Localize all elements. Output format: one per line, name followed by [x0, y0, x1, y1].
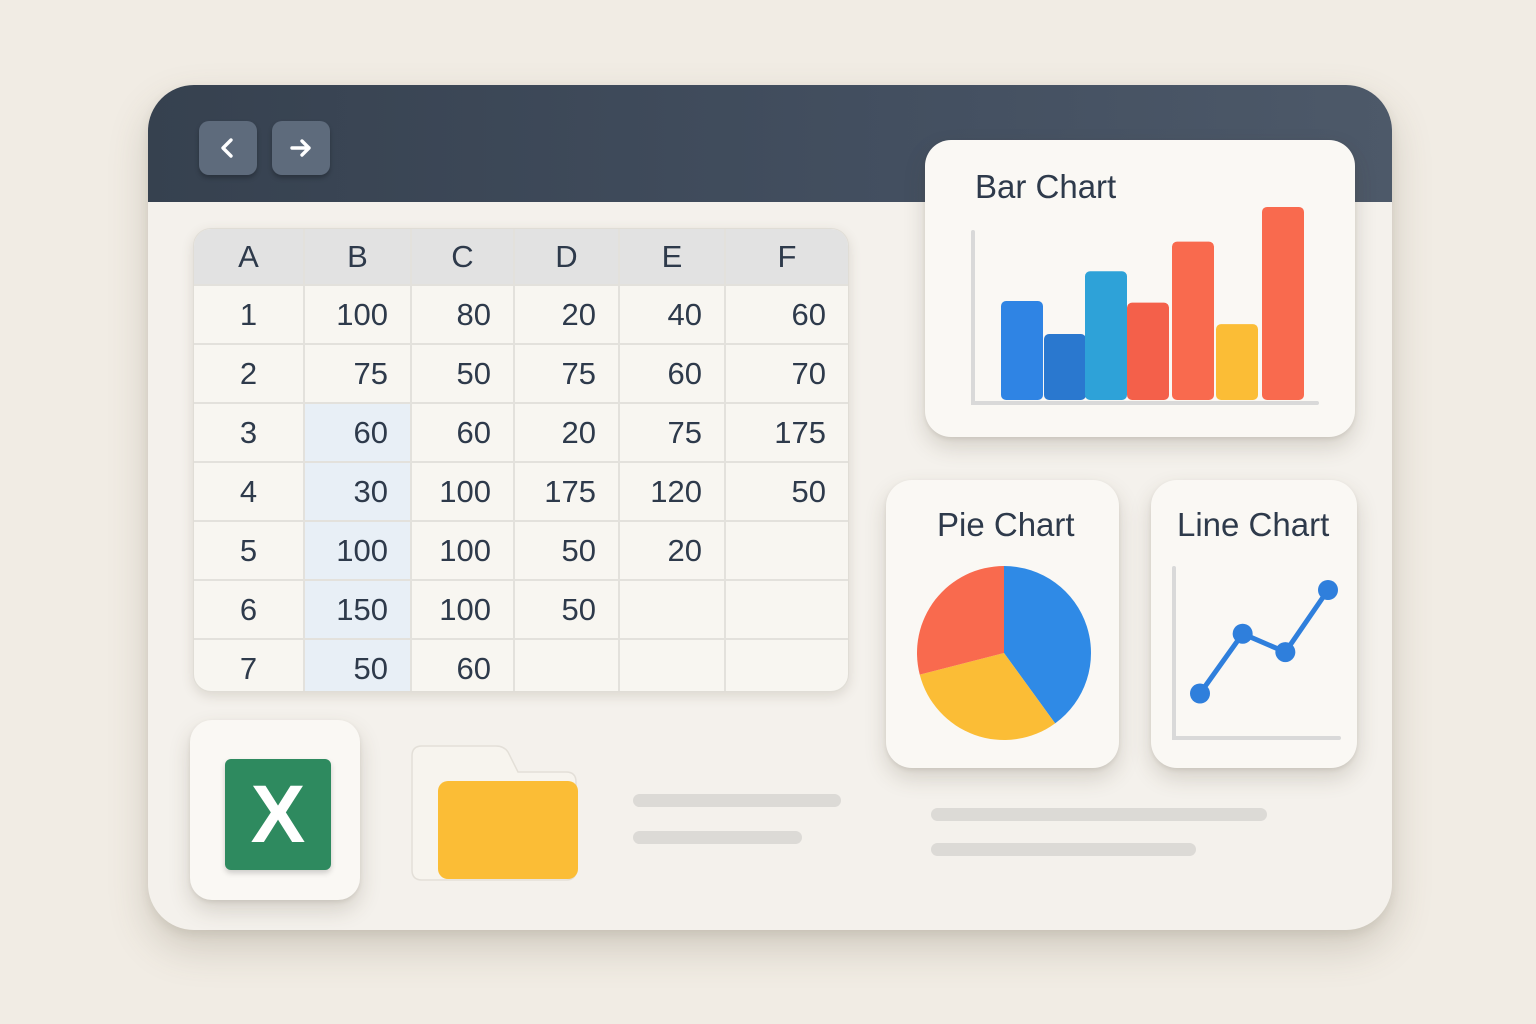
forward-button[interactable]	[272, 121, 330, 175]
table-cell[interactable]: 75	[514, 344, 620, 404]
excel-icon: X	[225, 759, 331, 870]
placeholder-text-line	[633, 831, 802, 844]
table-cell[interactable]: 150	[304, 580, 412, 640]
row-header[interactable]: 3	[194, 403, 305, 463]
pie-chart	[917, 566, 1091, 740]
bar-chart-card[interactable]: Bar Chart	[925, 140, 1355, 437]
pie-chart-card[interactable]: Pie Chart	[886, 480, 1119, 768]
table-cell[interactable]: 100	[411, 580, 515, 640]
row-header[interactable]: 7	[194, 639, 305, 691]
table-cell[interactable]: 60	[725, 285, 848, 345]
column-header-e[interactable]: E	[619, 229, 726, 286]
table-cell[interactable]: 80	[411, 285, 515, 345]
line-point	[1190, 683, 1210, 704]
folder-icon	[411, 745, 578, 881]
table-cell[interactable]: 60	[411, 639, 515, 691]
bar	[1127, 302, 1169, 400]
row-header[interactable]: 2	[194, 344, 305, 404]
row-header[interactable]: 1	[194, 285, 305, 345]
table-cell[interactable]	[514, 639, 620, 691]
column-header-d[interactable]: D	[514, 229, 620, 286]
table-cell[interactable]	[725, 639, 848, 691]
table-cell[interactable]: 50	[725, 462, 848, 522]
bar	[1044, 334, 1086, 400]
table-cell[interactable]: 175	[514, 462, 620, 522]
table-row: 1 100 80 20 40 60	[194, 285, 848, 345]
line-point	[1318, 580, 1338, 600]
table-row: 7 50 60	[194, 639, 848, 691]
line-series	[1197, 587, 1331, 696]
line-chart-card[interactable]: Line Chart	[1151, 480, 1357, 768]
bar	[1172, 241, 1214, 400]
row-header[interactable]: 4	[194, 462, 305, 522]
table-cell[interactable]: 20	[619, 521, 726, 581]
table-cell[interactable]: 75	[304, 344, 412, 404]
table-cell[interactable]	[619, 580, 726, 640]
table-cell[interactable]: 50	[411, 344, 515, 404]
table-cell[interactable]: 30	[304, 462, 412, 522]
table-row: 3 60 60 20 75 175	[194, 403, 848, 463]
chart-axis	[1172, 566, 1341, 740]
chevron-left-icon	[221, 138, 233, 158]
table-cell[interactable]: 75	[619, 403, 726, 463]
table-row: 6 150 100 50	[194, 580, 848, 640]
table-cell[interactable]	[619, 639, 726, 691]
column-header-b[interactable]: B	[304, 229, 412, 286]
table-cell[interactable]: 175	[725, 403, 848, 463]
column-header-f[interactable]: F	[725, 229, 848, 286]
placeholder-text-line	[633, 794, 841, 807]
table-cell[interactable]	[725, 580, 848, 640]
table-cell[interactable]: 70	[725, 344, 848, 404]
table-cell[interactable]: 40	[619, 285, 726, 345]
placeholder-text-line	[931, 808, 1267, 821]
spreadsheet: A B C D E F 1 100 80 20 40 60 2 75 50 75 60 70 3 60 60…	[193, 228, 849, 692]
excel-app-tile[interactable]: X	[190, 720, 360, 900]
column-header-row: A B C D E F	[194, 229, 848, 286]
line-point	[1232, 623, 1253, 644]
table-cell[interactable]: 50	[514, 580, 620, 640]
folder-tile[interactable]	[408, 744, 580, 882]
table-row: 4 30 100 175 120 50	[194, 462, 848, 522]
table-cell[interactable]	[725, 521, 848, 581]
table-cell[interactable]: 20	[514, 285, 620, 345]
line-point	[1275, 642, 1296, 663]
table-cell[interactable]: 100	[411, 462, 515, 522]
table-cell[interactable]: 20	[514, 403, 620, 463]
table-cell[interactable]: 60	[411, 403, 515, 463]
bar	[1085, 271, 1127, 400]
table-cell[interactable]: 60	[304, 403, 412, 463]
excel-icon-letter: X	[250, 768, 306, 860]
bar	[1262, 206, 1304, 400]
placeholder-text-line	[931, 843, 1196, 856]
table-cell[interactable]: 100	[411, 521, 515, 581]
arrow-right-icon	[290, 139, 311, 157]
bar-chart	[971, 206, 1319, 405]
table-cell[interactable]: 50	[304, 639, 412, 691]
table-cell[interactable]: 100	[304, 285, 412, 345]
row-header[interactable]: 5	[194, 521, 305, 581]
column-header-a[interactable]: A	[194, 229, 305, 286]
table-row: 2 75 50 75 60 70	[194, 344, 848, 404]
table-cell[interactable]: 120	[619, 462, 726, 522]
line-chart	[1172, 566, 1341, 740]
table-cell[interactable]: 50	[514, 521, 620, 581]
table-cell[interactable]: 60	[619, 344, 726, 404]
table-cell[interactable]: 100	[304, 521, 412, 581]
bar	[1001, 301, 1043, 400]
row-header[interactable]: 6	[194, 580, 305, 640]
bar	[1216, 324, 1258, 400]
table-row: 5 100 100 50 20	[194, 521, 848, 581]
back-button[interactable]	[199, 121, 257, 175]
column-header-c[interactable]: C	[411, 229, 515, 286]
